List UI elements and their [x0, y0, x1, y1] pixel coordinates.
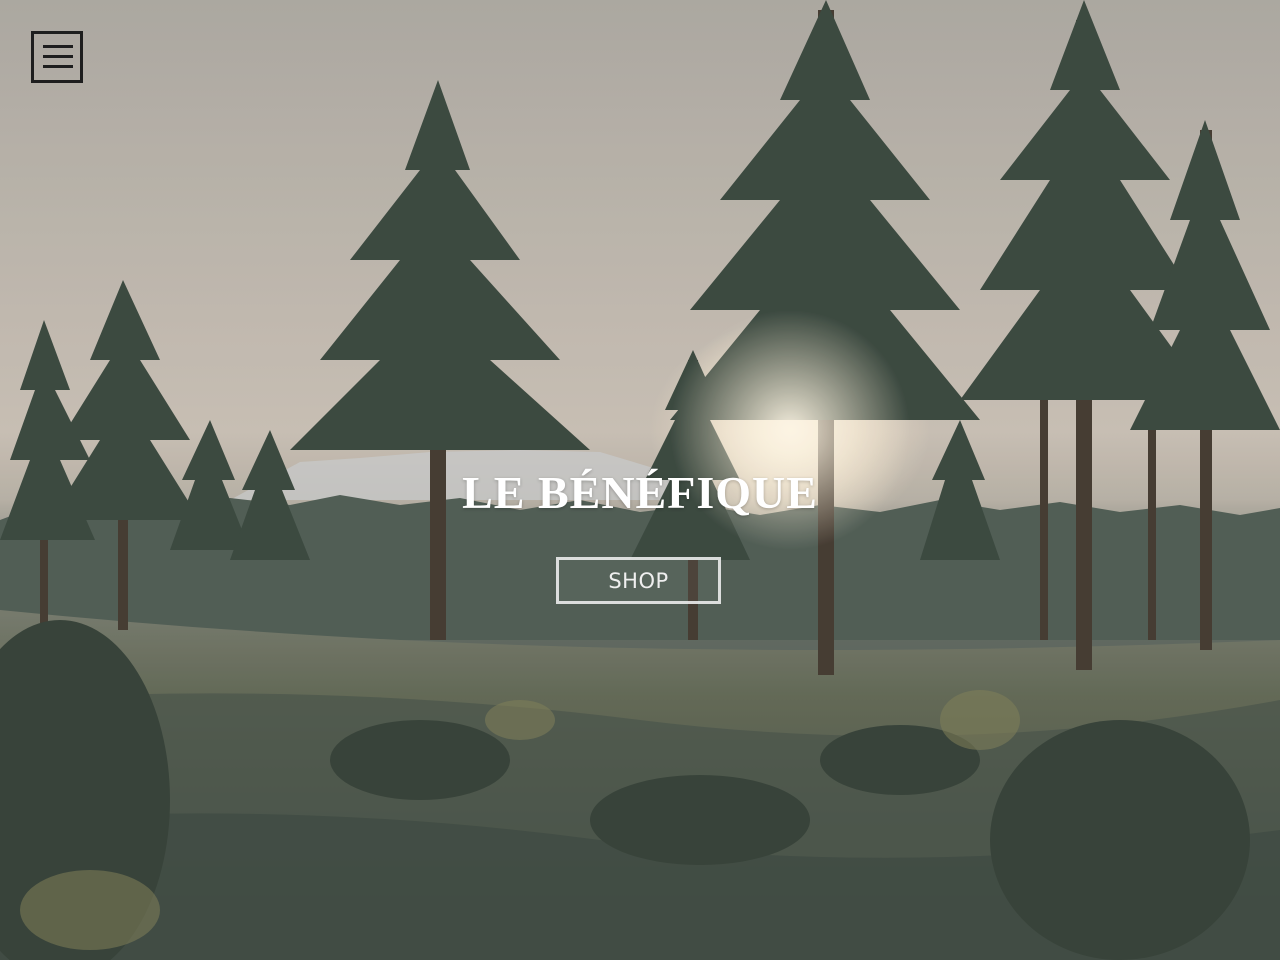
hamburger-menu-icon-bar	[43, 55, 73, 58]
hamburger-menu-icon-bar	[43, 65, 73, 68]
menu-button[interactable]	[31, 31, 83, 83]
hero-section: LE BÉNÉFIQUE SHOP	[0, 0, 1280, 960]
hamburger-menu-icon	[43, 45, 73, 48]
shop-button[interactable]: SHOP	[556, 557, 721, 604]
site-title: LE BÉNÉFIQUE	[462, 467, 818, 518]
